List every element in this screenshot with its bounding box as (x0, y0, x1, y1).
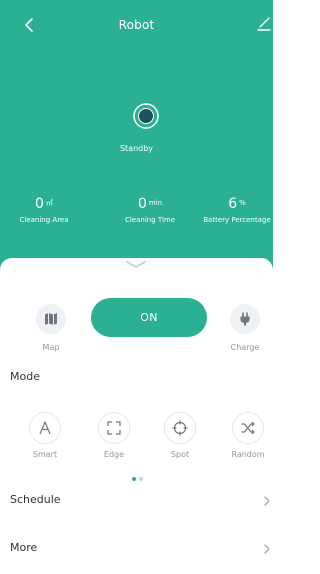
stat-value-line: 6% (194, 196, 273, 212)
stat-battery: 6% Battery Percentage (194, 196, 273, 224)
page-dot (138, 477, 143, 481)
chevron-right-icon (264, 496, 270, 506)
edit-icon[interactable] (255, 15, 273, 33)
map-icon (45, 313, 57, 325)
mode-smart-button[interactable] (29, 412, 61, 444)
map-label: Map (42, 343, 60, 352)
collapse-handle-icon[interactable] (125, 260, 147, 270)
mode-label: Smart (32, 450, 58, 459)
schedule-row[interactable]: Schedule (0, 490, 273, 514)
crosshair-icon (172, 420, 188, 436)
stat-label: Cleaning Area (19, 216, 69, 224)
map-button[interactable] (36, 304, 66, 334)
plug-icon (240, 312, 250, 326)
charge-label: Charge (230, 343, 260, 352)
stat-value: 0 (137, 196, 147, 212)
mode-edge[interactable]: Edge (89, 412, 139, 459)
more-row[interactable]: More (0, 538, 273, 562)
stat-unit: min (148, 199, 163, 207)
robot-screen: Robot Standby 0 ㎡ Cleaning Area 0 min Clea… (0, 0, 273, 574)
power-on-button[interactable]: ON (91, 298, 207, 337)
schedule-label: Schedule (10, 493, 61, 506)
robot-status-icon (133, 103, 159, 129)
stat-value: 6 (228, 196, 238, 212)
mode-smart[interactable]: Smart (20, 412, 70, 459)
charge-button[interactable] (230, 304, 260, 334)
letter-a-icon (39, 421, 51, 435)
mode-section-title: Mode (10, 370, 40, 383)
mode-random-button[interactable] (232, 412, 264, 444)
mode-label: Random (231, 450, 265, 459)
status-panel: Robot Standby 0 ㎡ Cleaning Area 0 min Clea… (0, 0, 273, 300)
mode-label: Spot (170, 450, 190, 459)
stat-value-line: 0 ㎡ (12, 196, 76, 212)
mode-spot-button[interactable] (164, 412, 196, 444)
page-dot-active (131, 477, 136, 481)
page-title: Robot (118, 18, 155, 32)
stat-label: Battery Percentage (203, 216, 271, 224)
stat-unit: ㎡ (45, 199, 53, 207)
mode-page-indicator (130, 466, 144, 485)
shuffle-icon (241, 421, 255, 435)
stat-cleaning-area: 0 ㎡ Cleaning Area (12, 196, 76, 224)
header: Robot (0, 12, 273, 40)
mode-edge-button[interactable] (98, 412, 130, 444)
stat-value-line: 0 min (112, 196, 188, 212)
status-text: Standby (119, 144, 154, 153)
mode-spot[interactable]: Spot (155, 412, 205, 459)
mode-random[interactable]: Random (223, 412, 273, 459)
corner-frame-icon (107, 421, 121, 435)
chevron-right-icon (264, 544, 270, 554)
stat-unit: % (239, 199, 246, 207)
stat-cleaning-time: 0 min Cleaning Time (112, 196, 188, 224)
mode-label: Edge (103, 450, 125, 459)
stat-label: Cleaning Time (124, 216, 176, 224)
stat-value: 0 (35, 196, 44, 212)
more-label: More (10, 541, 38, 554)
